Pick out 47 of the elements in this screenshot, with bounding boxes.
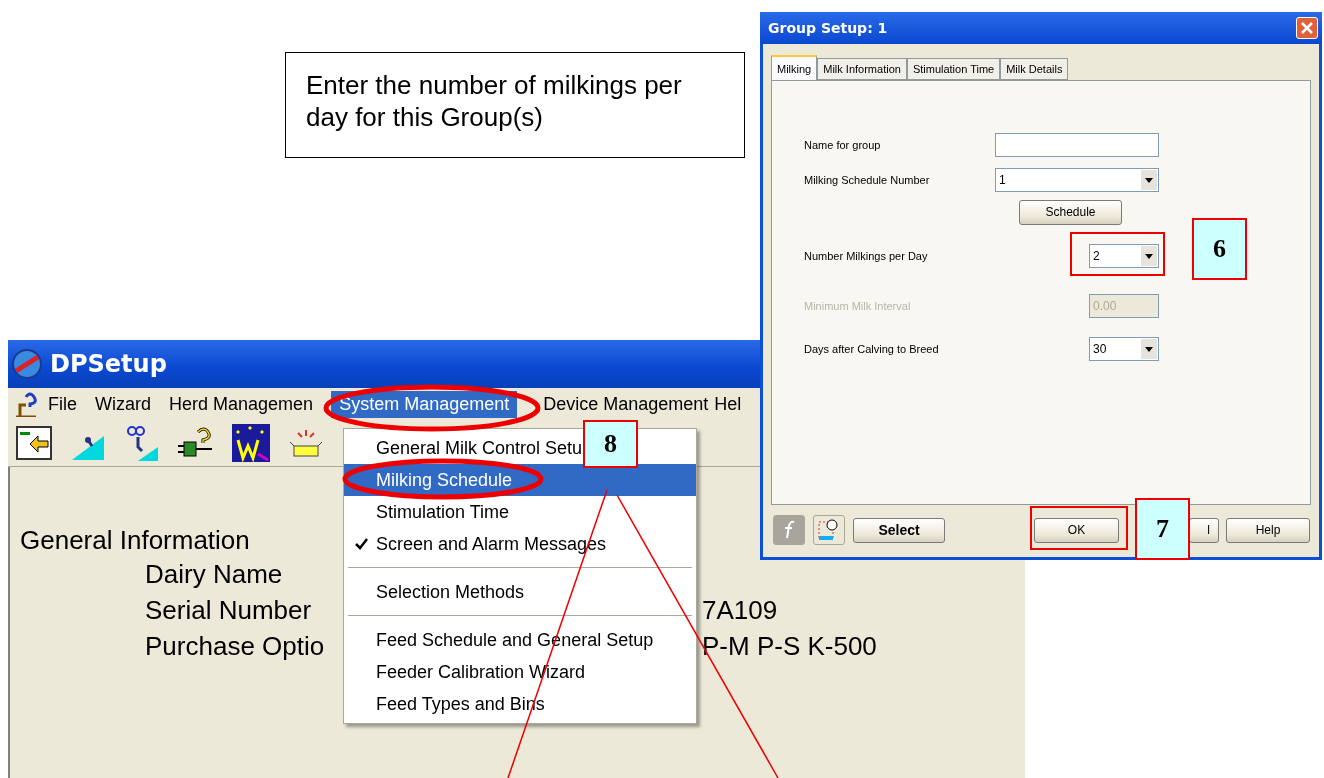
field-label: Milking Schedule Number: [804, 174, 930, 186]
dialog-title: Group Setup: 1: [768, 20, 888, 36]
cancel-button[interactable]: l: [1189, 517, 1219, 543]
section-heading: General Information: [20, 525, 250, 555]
window-title: DPSetup: [50, 350, 167, 378]
dropdown-field[interactable]: 30: [1089, 337, 1159, 361]
info-label: Serial Number: [145, 594, 312, 626]
menu-option[interactable]: Stimulation Time: [344, 496, 696, 528]
person-select-button[interactable]: [813, 515, 845, 545]
menu-item[interactable]: Wizard: [87, 390, 160, 418]
tab[interactable]: Milk Details: [1000, 58, 1069, 80]
caret-icon: [1141, 339, 1157, 359]
field-label: Minimum Milk Interval: [804, 300, 911, 312]
input-field[interactable]: [995, 133, 1159, 157]
tab[interactable]: Milking: [771, 55, 818, 80]
app-logo-icon: [12, 349, 42, 379]
dropdown-field[interactable]: 2: [1089, 244, 1159, 268]
select-button[interactable]: Select: [853, 517, 945, 543]
step-number: 7: [1135, 498, 1190, 560]
italic-f-icon: [782, 520, 796, 540]
step-number: 8: [583, 420, 638, 468]
step-number: 6: [1192, 218, 1247, 280]
close-button[interactable]: [1296, 17, 1318, 39]
info-value: P-M P-S K-500: [702, 630, 877, 662]
menu-item[interactable]: System Management: [331, 390, 518, 418]
info-value: 7A109: [702, 594, 778, 626]
caret-icon: [1141, 170, 1157, 190]
tab[interactable]: Milk Information: [817, 58, 907, 80]
tab[interactable]: Stimulation Time: [906, 58, 1001, 80]
ok-button[interactable]: OK: [1034, 517, 1119, 543]
help-button[interactable]: Help: [1226, 517, 1310, 543]
menu-option[interactable]: Selection Methods: [344, 576, 696, 608]
close-icon: [1301, 22, 1313, 34]
field-label: Days after Calving to Breed: [804, 343, 939, 355]
person-icon: [817, 518, 841, 542]
menu-item[interactable]: File: [40, 390, 85, 418]
caret-icon: [1141, 246, 1157, 266]
link-slope-icon[interactable]: [124, 425, 160, 461]
plug-question-icon[interactable]: [178, 426, 214, 460]
info-label: Purchase Optio: [145, 630, 325, 662]
info-label: Dairy Name: [145, 558, 283, 590]
field-label: Name for group: [804, 139, 881, 151]
menu-item[interactable]: Herd Managemen: [161, 390, 322, 418]
schedule-button[interactable]: Schedule: [1019, 199, 1122, 225]
instruction-callout: Enter the number of milkings per day for this Group(s): [285, 52, 745, 158]
dropdown-field[interactable]: 1: [995, 168, 1159, 192]
field-label: Number Milkings per Day: [804, 250, 928, 262]
